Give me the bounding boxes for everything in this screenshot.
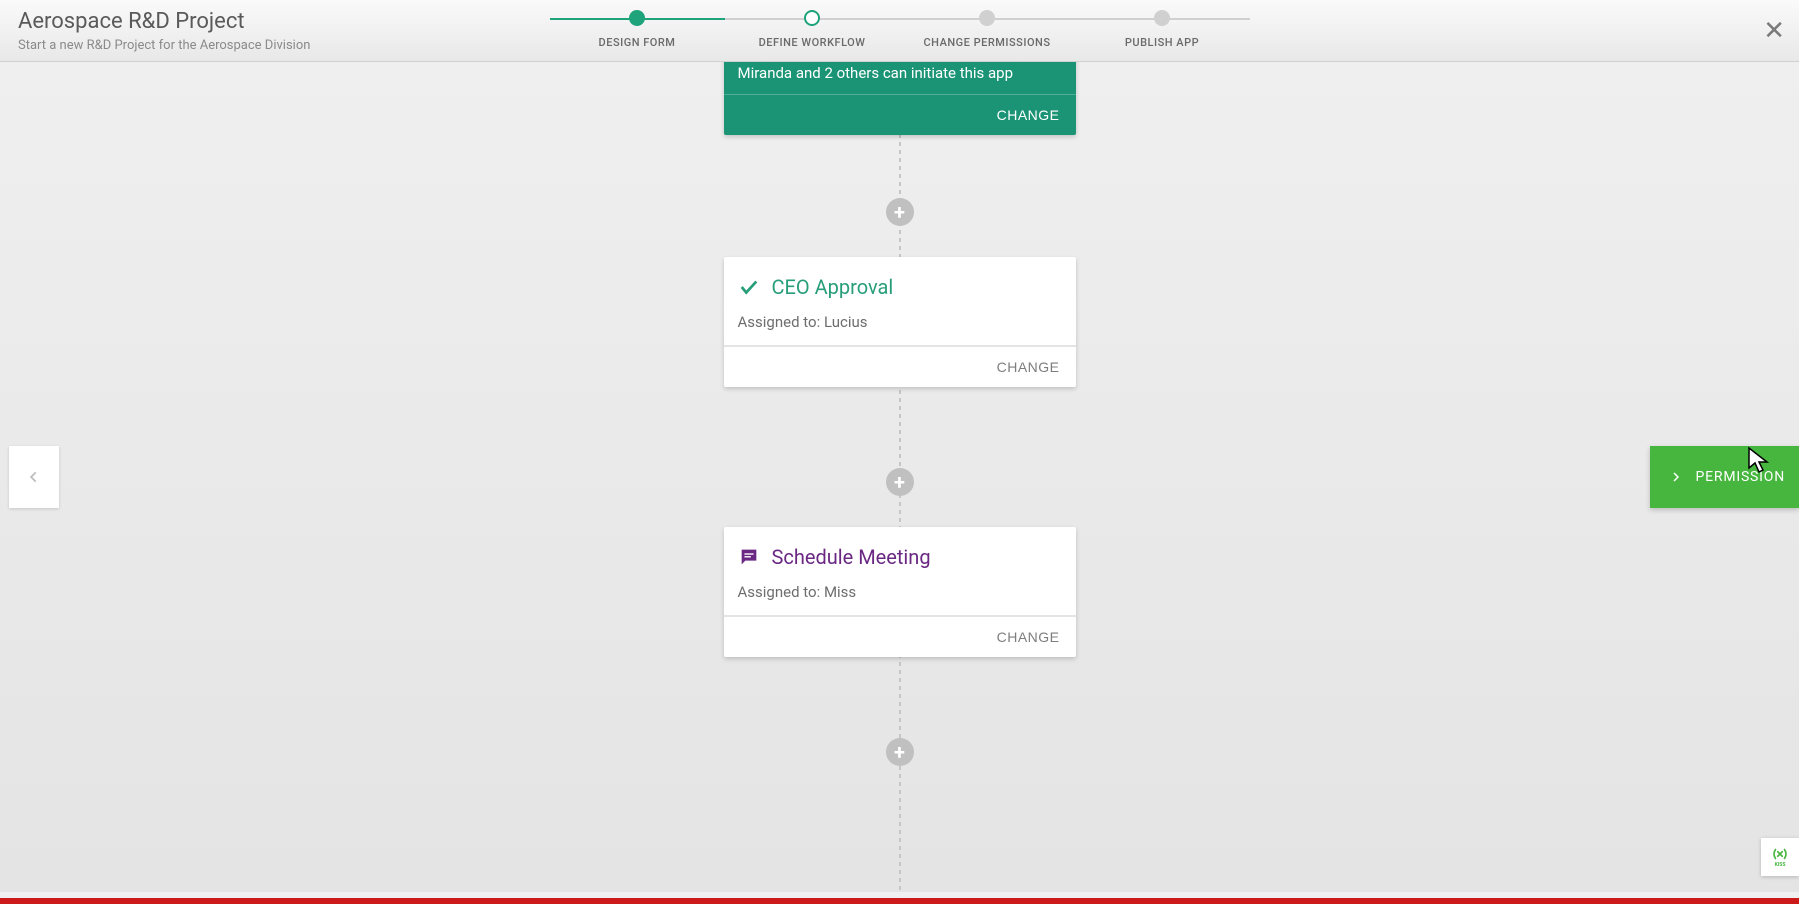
- plus-icon: +: [894, 742, 905, 762]
- brand-label: KISS: [1775, 862, 1786, 868]
- step-dot-icon: [1154, 10, 1170, 26]
- check-icon: [738, 276, 760, 298]
- plus-icon: +: [894, 472, 905, 492]
- assigned-value: Lucius: [824, 313, 868, 331]
- assigned-prefix: Assigned to:: [738, 583, 824, 601]
- chevron-left-icon: [27, 466, 41, 488]
- meeting-card[interactable]: Schedule Meeting Assigned to: Miss CHANG…: [724, 527, 1076, 657]
- workflow-canvas: Miranda and 2 others can initiate this a…: [0, 62, 1799, 892]
- add-step-button[interactable]: +: [886, 738, 914, 766]
- chat-icon: [738, 546, 760, 568]
- wizard-steps: DESIGN FORM DEFINE WORKFLOW CHANGE PERMI…: [550, 10, 1250, 49]
- add-step-button[interactable]: +: [886, 198, 914, 226]
- back-button[interactable]: [9, 446, 59, 508]
- meeting-title: Schedule Meeting: [772, 545, 931, 569]
- card-header: Schedule Meeting: [724, 527, 1076, 577]
- initiator-card[interactable]: Miranda and 2 others can initiate this a…: [724, 62, 1076, 135]
- approval-change-button[interactable]: CHANGE: [997, 359, 1060, 375]
- step-publish-app[interactable]: PUBLISH APP: [1075, 10, 1250, 49]
- permissions-label: PERMISSION: [1696, 469, 1786, 485]
- card-header: CEO Approval: [724, 257, 1076, 307]
- project-subtitle: Start a new R&D Project for the Aerospac…: [18, 38, 310, 53]
- step-dot-icon: [979, 10, 995, 26]
- plus-icon: +: [894, 202, 905, 222]
- progress-bar: [0, 898, 1799, 904]
- card-action-row: CHANGE: [724, 95, 1076, 135]
- meeting-assigned: Assigned to: Miss: [724, 577, 1076, 616]
- permissions-button[interactable]: PERMISSION: [1650, 446, 1799, 508]
- close-icon[interactable]: ✕: [1763, 18, 1785, 44]
- card-action-row: CHANGE: [724, 616, 1076, 657]
- card-action-row: CHANGE: [724, 346, 1076, 387]
- step-change-permissions[interactable]: CHANGE PERMISSIONS: [900, 10, 1075, 49]
- project-title: Aerospace R&D Project: [18, 9, 310, 34]
- step-define-workflow[interactable]: DEFINE WORKFLOW: [725, 10, 900, 49]
- assigned-value: Miss: [824, 583, 856, 601]
- step-design-form[interactable]: DESIGN FORM: [550, 10, 725, 49]
- step-label: CHANGE PERMISSIONS: [924, 36, 1051, 49]
- step-label: PUBLISH APP: [1125, 36, 1199, 49]
- approval-title: CEO Approval: [772, 275, 894, 299]
- initiator-change-button[interactable]: CHANGE: [997, 107, 1060, 123]
- add-step-button[interactable]: +: [886, 468, 914, 496]
- chevron-right-icon: [1670, 467, 1682, 487]
- step-label: DESIGN FORM: [599, 36, 676, 49]
- step-dot-icon: [629, 10, 645, 26]
- step-label: DEFINE WORKFLOW: [759, 36, 866, 49]
- assigned-prefix: Assigned to:: [738, 313, 824, 331]
- initiator-text: Miranda and 2 others can initiate this a…: [724, 62, 1076, 95]
- brand-logo-icon: [1771, 846, 1789, 862]
- step-dot-icon: [804, 10, 820, 26]
- approval-assigned: Assigned to: Lucius: [724, 307, 1076, 346]
- meeting-change-button[interactable]: CHANGE: [997, 629, 1060, 645]
- page-header: Aerospace R&D Project Start a new R&D Pr…: [0, 0, 1799, 62]
- approval-card[interactable]: CEO Approval Assigned to: Lucius CHANGE: [724, 257, 1076, 387]
- brand-badge[interactable]: KISS: [1761, 838, 1799, 876]
